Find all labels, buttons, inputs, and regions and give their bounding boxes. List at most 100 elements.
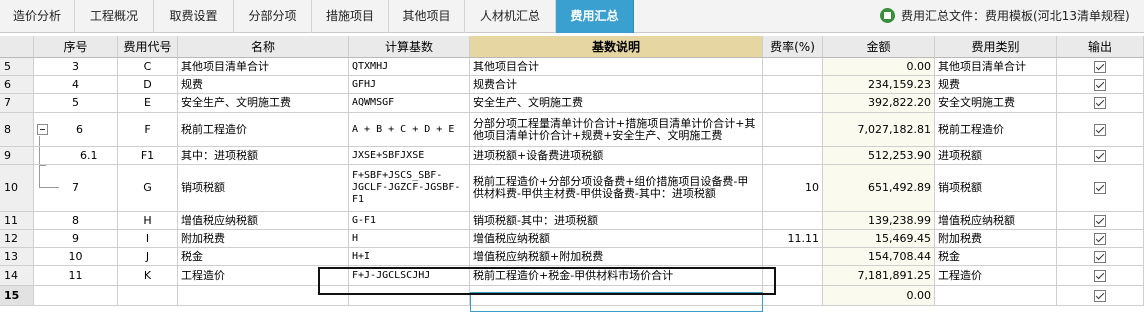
cell-rate[interactable] [763,58,823,76]
table-row[interactable]: 5 3 C 其他项目清单合计 QTXMHJ 其他项目合计 0.00 其他项目清单合计 [0,58,1144,76]
table-row[interactable]: 14 11 K 工程造价 F+J-JGCLSCJHJ 税前工程造价+税金-甲供材料市场价合… [0,266,1144,286]
cell-amount[interactable]: 7,181,891.25 [823,266,935,286]
cell-seq[interactable]: 3 [34,58,118,76]
cell-basis[interactable]: GFHJ [349,76,470,94]
table-row[interactable]: 7 5 E 安全生产、文明施工费 AQWMSGF 安全生产、文明施工费 392,822.20… [0,94,1144,113]
cell-code[interactable]: I [118,230,178,248]
tab-labor-material-summary[interactable]: 人材机汇总 [465,0,556,33]
collapse-toggle-icon[interactable] [37,124,48,135]
cell-rate[interactable] [763,212,823,230]
cell-basis[interactable]: A + B + C + D + E [349,113,470,147]
cell-basis-desc[interactable]: 分部分项工程量清单计价合计+措施项目清单计价合计+其他项目清单计价合计+规费+安… [470,113,763,147]
cell-amount[interactable]: 15,469.45 [823,230,935,248]
cell-code[interactable]: F [118,113,178,147]
header-amount[interactable]: 金额 [823,36,935,58]
output-checkbox[interactable] [1094,269,1106,282]
tab-other-items[interactable]: 其他项目 [389,0,465,33]
cell-basis[interactable]: G-F1 [349,212,470,230]
cell-name[interactable]: 其中：进项税额 [178,147,349,165]
cell-seq[interactable] [34,286,118,306]
cell-basis-desc[interactable]: 其他项目合计 [470,58,763,76]
cell-name[interactable]: 规费 [178,76,349,94]
cell-basis-desc[interactable]: 税前工程造价+分部分项设备费+组价措施项目设备费-甲供材料费-甲供主材费-甲供设… [470,165,763,212]
cell-amount[interactable]: 0.00 [823,286,935,306]
table-row[interactable]: 15 0.00 [0,286,1144,306]
cell-seq[interactable]: 7 [34,165,118,212]
cell-seq[interactable]: 11 [34,266,118,286]
cell-category[interactable]: 其他项目清单合计 [935,58,1057,76]
cell-category[interactable]: 工程造价 [935,266,1057,286]
cell-category[interactable]: 附加税费 [935,230,1057,248]
cell-code[interactable]: K [118,266,178,286]
tab-cost-summary[interactable]: 费用汇总 [556,0,634,33]
cell-basis-desc[interactable]: 进项税额+设备费进项税额 [470,147,763,165]
cell-basis[interactable]: JXSE+SBFJXSE [349,147,470,165]
cell-basis[interactable]: AQWMSGF [349,94,470,113]
cell-basis[interactable]: H+I [349,248,470,266]
cell-amount[interactable]: 7,027,182.81 [823,113,935,147]
cell-amount[interactable]: 651,492.89 [823,165,935,212]
cell-code[interactable]: C [118,58,178,76]
cell-basis-desc[interactable]: 税前工程造价+税金-甲供材料市场价合计 [470,266,763,286]
cell-code[interactable]: H [118,212,178,230]
header-category[interactable]: 费用类别 [935,36,1057,58]
cell-seq[interactable]: 4 [34,76,118,94]
cell-rate[interactable] [763,286,823,306]
cell-name[interactable]: 附加税费 [178,230,349,248]
output-checkbox[interactable] [1094,149,1106,162]
cell-category[interactable]: 税金 [935,248,1057,266]
header-output[interactable]: 输出 [1057,36,1144,58]
table-row[interactable]: 6 4 D 规费 GFHJ 规费合计 234,159.23 规费 [0,76,1144,94]
cell-amount[interactable]: 154,708.44 [823,248,935,266]
cell-amount[interactable]: 234,159.23 [823,76,935,94]
table-row[interactable]: 11 8 H 增值税应纳税额 G-F1 销项税额-其中：进项税额 139,238.99 增值税… [0,212,1144,230]
output-checkbox[interactable] [1094,97,1106,109]
header-name[interactable]: 名称 [178,36,349,58]
tab-cost-analysis[interactable]: 造价分析 [0,0,75,33]
cell-amount[interactable]: 0.00 [823,58,935,76]
cell-amount[interactable]: 139,238.99 [823,212,935,230]
cell-category[interactable]: 销项税额 [935,165,1057,212]
tab-project-overview[interactable]: 工程概况 [75,0,154,33]
cell-seq[interactable]: 8 [34,212,118,230]
table-row[interactable]: 12 9 I 附加税费 H 增值税应纳税额 11.11 15,469.45 附加税费 [0,230,1144,248]
cell-seq[interactable]: 9 [34,230,118,248]
cell-basis-desc[interactable]: 增值税应纳税额 [470,230,763,248]
cell-category[interactable]: 规费 [935,76,1057,94]
cell-basis-desc[interactable]: 销项税额-其中：进项税额 [470,212,763,230]
cell-code[interactable]: E [118,94,178,113]
cell-basis[interactable]: QTXMHJ [349,58,470,76]
header-basis[interactable]: 计算基数 [349,36,470,58]
cell-name[interactable]: 销项税额 [178,165,349,212]
cell-basis[interactable]: F+SBF+JSCS_SBF-JGCLF-JGZCF-JGSBF-F1 [349,165,470,212]
header-rate[interactable]: 费率(%) [763,36,823,58]
output-checkbox[interactable] [1094,214,1106,227]
cell-rate[interactable] [763,76,823,94]
output-checkbox[interactable] [1094,123,1106,136]
cell-rate[interactable] [763,113,823,147]
cell-seq[interactable]: 6.1 [34,147,118,165]
cell-rate[interactable] [763,248,823,266]
table-row[interactable]: 10 7 G 销项税额 F+SBF+JSCS_SBF-JGCLF-JGZCF-JGSBF… [0,165,1144,212]
tab-fee-settings[interactable]: 取费设置 [154,0,234,33]
cell-amount[interactable]: 512,253.90 [823,147,935,165]
cell-rate[interactable] [763,94,823,113]
cell-name[interactable]: 安全生产、文明施工费 [178,94,349,113]
output-checkbox[interactable] [1094,60,1106,73]
cell-seq[interactable]: 10 [34,248,118,266]
cell-seq[interactable]: 5 [34,94,118,113]
cell-category[interactable]: 安全文明施工费 [935,94,1057,113]
cell-code[interactable]: F1 [118,147,178,165]
cell-rate[interactable]: 11.11 [763,230,823,248]
cell-seq[interactable]: 6 [34,113,118,147]
header-code[interactable]: 费用代号 [118,36,178,58]
cell-basis[interactable]: H [349,230,470,248]
cell-amount[interactable]: 392,822.20 [823,94,935,113]
cell-name[interactable]: 其他项目清单合计 [178,58,349,76]
tab-divisional-items[interactable]: 分部分项 [234,0,312,33]
output-checkbox[interactable] [1094,250,1106,263]
cell-name[interactable]: 税前工程造价 [178,113,349,147]
cell-category[interactable]: 进项税额 [935,147,1057,165]
cell-code[interactable] [118,286,178,306]
cell-rate[interactable]: 10 [763,165,823,212]
